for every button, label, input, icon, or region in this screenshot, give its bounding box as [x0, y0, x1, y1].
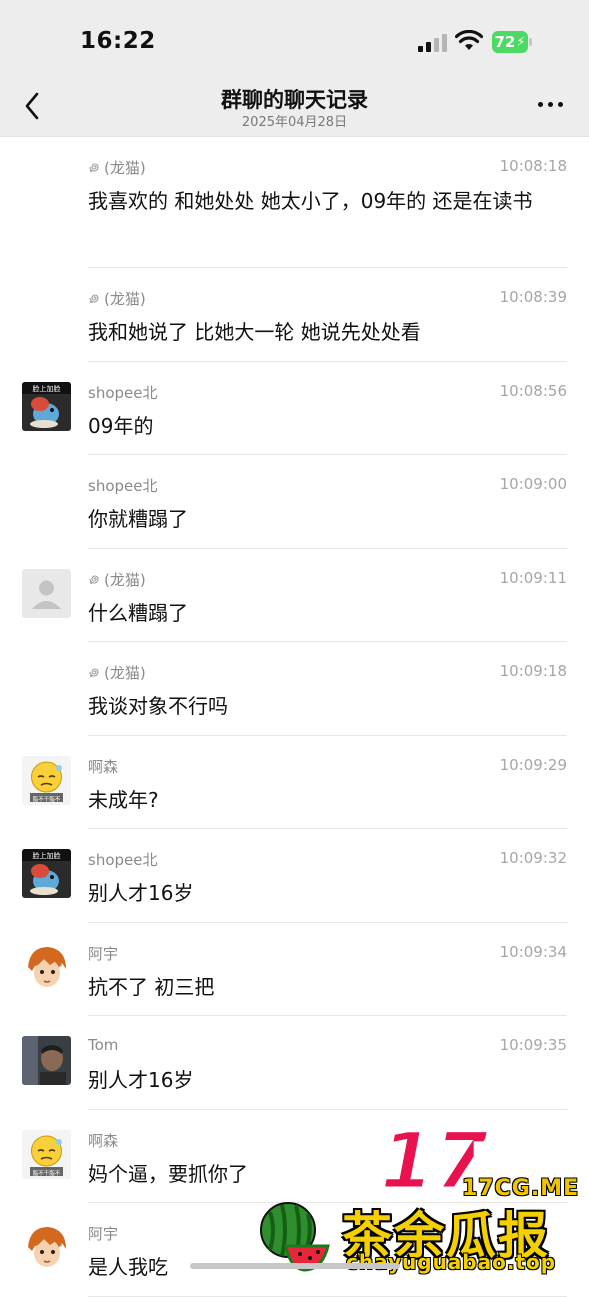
status-time: 16:22 — [80, 28, 156, 54]
svg-text:脂不干脂不: 脂不干脂不 — [33, 795, 61, 803]
message-text: 我谈对象不行吗 — [88, 694, 228, 718]
emoji-avatar[interactable]: 脂不干脂不 — [22, 755, 71, 805]
message-item[interactable]: 脸上加脸 shopee北 10:09:32 别人才16岁 — [0, 829, 589, 923]
message-time: 10:08:18 — [499, 157, 567, 175]
svg-text:脸上加脸: 脸上加脸 — [33, 384, 61, 393]
message-text: 未成年? — [88, 787, 159, 812]
message-item[interactable]: (龙猫) 10:08:18 我喜欢的 和她处处 她太小了，09年的 还是在读书 — [0, 137, 589, 268]
swirl-icon — [89, 575, 99, 584]
sender-name: shopee北 — [88, 383, 158, 402]
status-bar: 16:22 72 ⚡ — [0, 0, 589, 80]
message-text: 别人才16岁 — [88, 881, 194, 905]
message-item[interactable]: (龙猫) 10:08:39 我和她说了 比她大一轮 她说先处处看 — [0, 268, 589, 362]
sender-name: (龙猫) — [104, 290, 146, 308]
sender-name: 阿宇 — [88, 944, 119, 963]
sender-name: (龙猫) — [104, 664, 146, 682]
message-sender: shopee北 — [88, 475, 157, 496]
watermark-site-2: chayuguabao.top — [346, 1250, 557, 1274]
message-time: 10:09:18 — [499, 662, 567, 680]
anime-avatar[interactable] — [22, 1223, 71, 1272]
sender-name: 阿宇 — [88, 1225, 119, 1243]
anime-avatar[interactable] — [22, 942, 71, 992]
message-item[interactable]: Tom 10:09:35 别人才16岁 — [0, 1016, 589, 1110]
message-text: 抗不了 初三把 — [88, 974, 215, 999]
sender-name: shopee北 — [88, 851, 158, 869]
divider — [88, 1295, 567, 1297]
message-text: 我喜欢的 和她处处 她太小了，09年的 还是在读书 — [88, 189, 533, 213]
message-item[interactable]: 脂不干脂不 啊森 10:09:29 未成年? — [0, 736, 589, 829]
message-item[interactable]: 阿宇 10:09:34 抗不了 初三把 — [0, 923, 589, 1016]
message-sender: (龙猫) — [88, 157, 146, 178]
swirl-icon — [89, 163, 99, 172]
default-avatar[interactable] — [22, 568, 71, 618]
home-indicator[interactable] — [190, 1263, 400, 1269]
svg-text:脂不干脂不: 脂不干脂不 — [33, 1169, 61, 1177]
swirl-icon — [89, 294, 99, 303]
message-sender: (龙猫) — [88, 569, 146, 590]
wifi-icon — [455, 30, 483, 50]
message-time: 10:09:35 — [499, 1036, 567, 1054]
message-text: 你就糟蹋了 — [88, 507, 188, 531]
watermelon-icon — [260, 1202, 330, 1272]
page-date: 2025年04月28日 — [241, 115, 348, 130]
sender-name: shopee北 — [88, 477, 158, 495]
more-button[interactable] — [530, 92, 570, 116]
message-text: 09年的 — [88, 413, 154, 438]
message-text: 我和她说了 比她大一轮 她说先处处看 — [88, 320, 421, 344]
message-sender: 啊森 — [88, 1130, 118, 1151]
sender-name: (龙猫) — [104, 570, 146, 589]
message-time: 10:09:32 — [499, 849, 567, 867]
message-sender: (龙猫) — [88, 662, 146, 683]
cellular-signal-icon — [418, 34, 448, 52]
sender-name: 啊森 — [88, 1131, 119, 1150]
photo-avatar[interactable] — [22, 1036, 71, 1085]
message-sender: 啊森 — [88, 756, 118, 777]
message-time: 10:08:56 — [499, 381, 567, 400]
sender-name: Tom — [88, 1036, 119, 1054]
message-time: 10:09:00 — [499, 475, 567, 493]
message-sender: (龙猫) — [88, 288, 146, 309]
message-item[interactable]: (龙猫) 10:09:11 什么糟蹋了 — [0, 549, 589, 642]
swirl-icon — [89, 668, 99, 677]
message-sender: 阿宇 — [88, 943, 118, 964]
message-time: 10:09:11 — [499, 568, 567, 587]
battery-tip — [529, 38, 532, 46]
cartoon-avatar[interactable]: 脸上加脸 — [22, 381, 71, 431]
battery-icon: 72 ⚡ — [492, 31, 528, 53]
more-dots-icon — [537, 101, 543, 107]
message-sender: shopee北 — [88, 849, 157, 870]
message-time: 10:09:34 — [499, 942, 567, 961]
message-time: 10:09:29 — [499, 755, 567, 774]
message-item[interactable]: (龙猫) 10:09:18 我谈对象不行吗 — [0, 642, 589, 736]
message-item[interactable]: shopee北 10:09:00 你就糟蹋了 — [0, 455, 589, 549]
cartoon-avatar[interactable]: 脸上加脸 — [22, 849, 71, 898]
message-text: 别人才16岁 — [88, 1068, 194, 1092]
battery-level: 72 — [494, 33, 516, 51]
message-time: 10:08:39 — [499, 288, 567, 306]
message-item[interactable]: 脸上加脸 shopee北 10:08:56 09年的 — [0, 362, 589, 455]
message-sender: Tom — [88, 1036, 118, 1054]
sender-name: (龙猫) — [104, 159, 146, 177]
message-text: 什么糟蹋了 — [88, 600, 188, 625]
page-title: 群聊的聊天记录 — [221, 88, 368, 112]
sender-name: 啊森 — [88, 757, 119, 776]
emoji-avatar[interactable]: 脂不干脂不 — [22, 1129, 71, 1179]
nav-bar: 群聊的聊天记录 2025年04月28日 — [0, 80, 589, 137]
svg-text:脸上加脸: 脸上加脸 — [33, 851, 61, 860]
message-sender: 阿宇 — [88, 1223, 118, 1244]
message-sender: shopee北 — [88, 382, 157, 403]
